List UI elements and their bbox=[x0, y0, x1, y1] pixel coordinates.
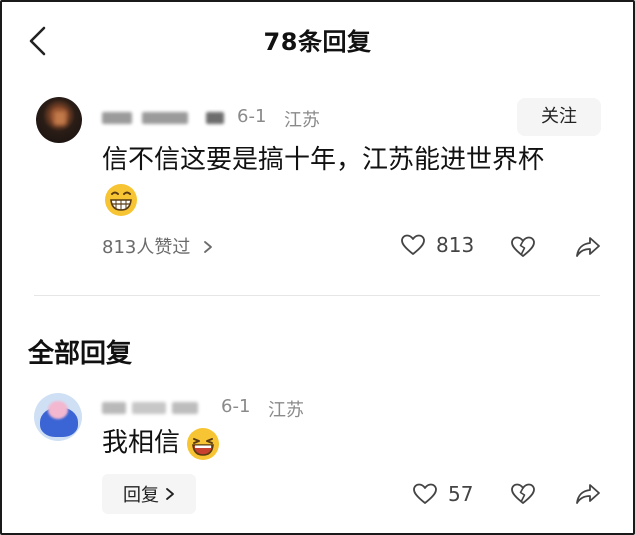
share-icon[interactable] bbox=[575, 235, 601, 259]
page-title: 78条回复 bbox=[263, 28, 372, 56]
reply-button[interactable]: 回复 bbox=[102, 474, 196, 514]
reply-date: 6-1 bbox=[221, 396, 251, 417]
broken-heart-icon[interactable] bbox=[510, 482, 536, 506]
section-title: 全部回复 bbox=[28, 339, 133, 369]
heart-icon bbox=[401, 234, 425, 255]
share-icon[interactable] bbox=[575, 482, 601, 506]
follow-button[interactable]: 关注 bbox=[517, 98, 601, 136]
comment-text: 信不信这要是搞十年，江苏能进世界杯 bbox=[102, 145, 545, 175]
screenshot-frame bbox=[0, 0, 635, 535]
laughing-emoji-icon bbox=[187, 428, 219, 460]
comment-date: 6-1 bbox=[237, 106, 267, 127]
reply-username-blurred[interactable] bbox=[102, 402, 202, 414]
reply-location: 江苏 bbox=[268, 400, 304, 421]
broken-heart-icon[interactable] bbox=[510, 235, 536, 259]
chevron-right-icon bbox=[204, 241, 212, 253]
heart-icon bbox=[413, 483, 437, 504]
comment-location: 江苏 bbox=[284, 110, 320, 131]
like-count: 813 bbox=[436, 233, 475, 257]
reply-like-button[interactable]: 57 bbox=[412, 482, 473, 506]
like-button[interactable]: 813 bbox=[400, 233, 474, 257]
divider bbox=[34, 295, 600, 296]
grinning-emoji-icon bbox=[105, 184, 137, 216]
username-blurred[interactable] bbox=[102, 112, 232, 124]
reply-avatar[interactable] bbox=[34, 393, 82, 441]
likes-summary-label: 813人赞过 bbox=[102, 237, 191, 258]
reply-text: 我相信 bbox=[102, 428, 181, 458]
reply-button-label: 回复 bbox=[123, 485, 159, 506]
likes-summary-link[interactable]: 813人赞过 bbox=[102, 233, 214, 259]
avatar[interactable] bbox=[36, 97, 82, 143]
chevron-right-icon bbox=[166, 488, 174, 500]
reply-like-count: 57 bbox=[448, 482, 474, 506]
